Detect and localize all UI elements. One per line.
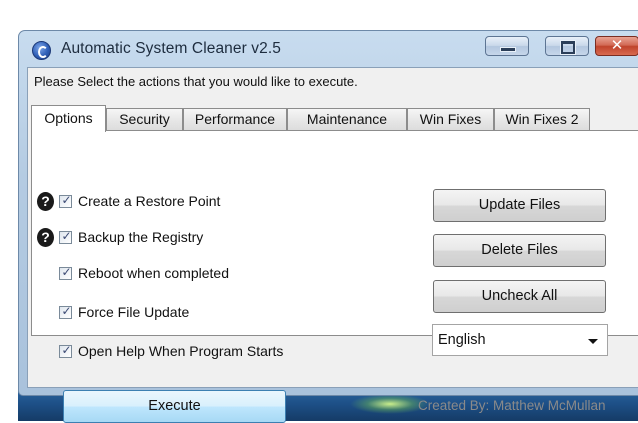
tab-performance[interactable]: Performance — [183, 108, 287, 131]
backup-registry-checkbox[interactable]: ✓ — [59, 228, 72, 244]
update-files-button[interactable]: Update Files — [433, 189, 606, 222]
option-backup-registry[interactable]: ✓ Backup the Registry — [59, 228, 203, 246]
force-update-checkbox[interactable]: ✓ — [59, 303, 72, 319]
window-client-area: Please Select the actions that you would… — [27, 67, 638, 423]
checkmark-icon: ✓ — [61, 192, 72, 207]
option-create-restore-point[interactable]: ✓ Create a Restore Point — [59, 192, 220, 210]
option-label: Force File Update — [78, 304, 190, 320]
app-window: Automatic System Cleaner v2.5 ✕ Please S… — [18, 30, 638, 423]
minimize-button[interactable] — [485, 36, 529, 56]
uncheck-all-button[interactable]: Uncheck All — [433, 280, 606, 313]
cleaner-app-icon[interactable] — [32, 41, 51, 60]
option-label: Create a Restore Point — [78, 193, 221, 209]
help-icon[interactable]: ? — [37, 192, 54, 211]
maximize-icon — [561, 41, 575, 54]
reboot-checkbox[interactable]: ✓ — [59, 264, 72, 280]
author-credit: Created By: Matthew McMullan — [418, 398, 606, 413]
minimize-icon — [500, 47, 516, 52]
option-label: Backup the Registry — [78, 229, 204, 245]
chevron-down-icon[interactable] — [588, 339, 598, 344]
checkmark-icon: ✓ — [61, 342, 72, 357]
help-icon[interactable]: ? — [37, 228, 54, 247]
tab-win-fixes[interactable]: Win Fixes — [407, 108, 494, 131]
delete-files-button[interactable]: Delete Files — [433, 234, 606, 267]
tab-win-fixes-2[interactable]: Win Fixes 2 — [494, 108, 590, 131]
restore-point-checkbox[interactable]: ✓ — [59, 192, 72, 208]
tab-security[interactable]: Security — [106, 108, 183, 131]
close-button[interactable]: ✕ — [595, 36, 638, 56]
close-icon: ✕ — [610, 36, 624, 54]
option-label: Reboot when completed — [78, 265, 229, 281]
checkmark-icon: ✓ — [61, 303, 72, 318]
checkmark-icon: ✓ — [61, 228, 72, 243]
maximize-button[interactable] — [545, 36, 589, 56]
option-open-help[interactable]: ✓ Open Help When Program Starts — [59, 342, 283, 360]
tab-maintenance[interactable]: Maintenance — [287, 108, 407, 131]
title-bar[interactable]: Automatic System Cleaner v2.5 ✕ — [19, 31, 638, 65]
language-select[interactable]: English — [432, 324, 608, 356]
option-label: Open Help When Program Starts — [78, 343, 284, 359]
option-force-file-update[interactable]: ✓ Force File Update — [59, 303, 189, 321]
instruction-text: Please Select the actions that you would… — [34, 74, 358, 89]
option-reboot-when-completed[interactable]: ✓ Reboot when completed — [59, 264, 229, 282]
window-title: Automatic System Cleaner v2.5 — [61, 40, 281, 57]
open-help-checkbox[interactable]: ✓ — [59, 342, 72, 358]
language-select-value: English — [438, 332, 486, 348]
tab-options[interactable]: Options — [31, 105, 106, 132]
checkmark-icon: ✓ — [61, 264, 72, 279]
execute-button[interactable]: Execute — [63, 390, 286, 423]
